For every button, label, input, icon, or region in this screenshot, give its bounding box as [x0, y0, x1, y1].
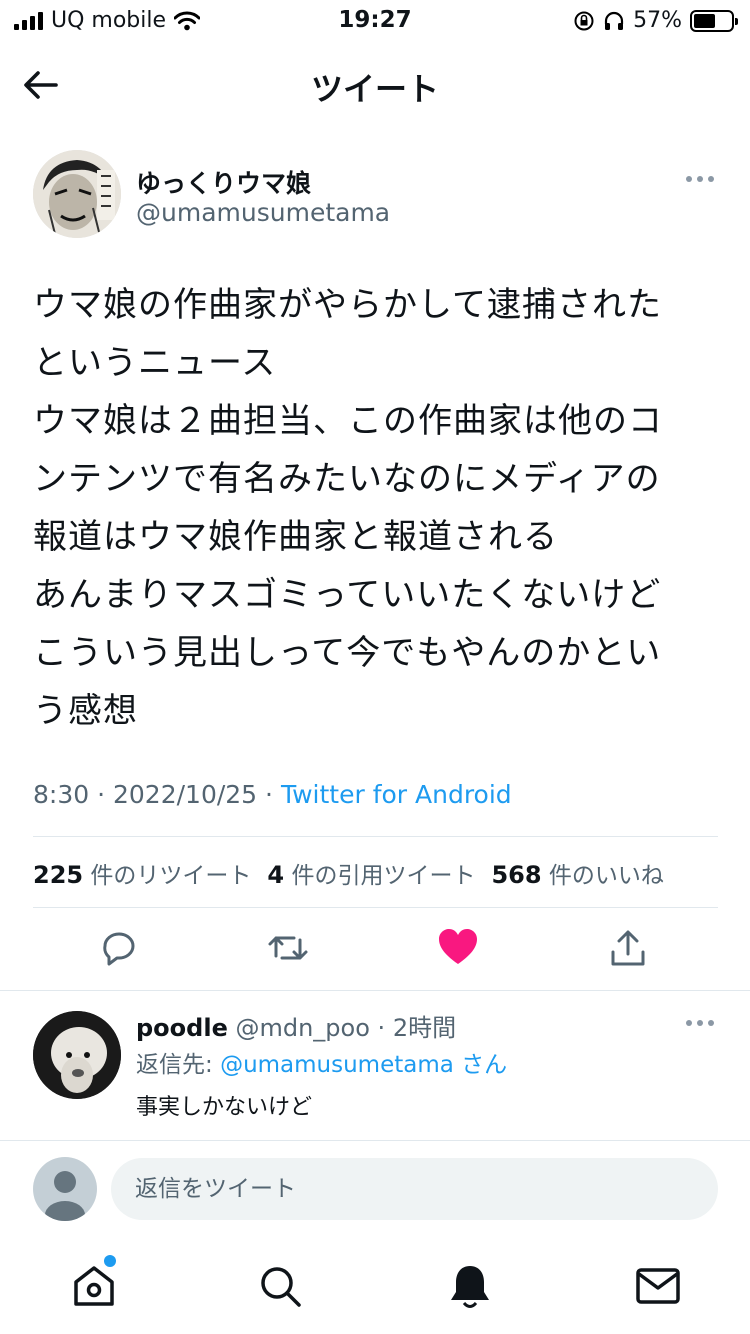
share-icon[interactable]	[606, 926, 650, 970]
tweet-text: ウマ娘の作曲家がやらかして逮捕された というニュース ウマ娘は２曲担当、この作曲…	[33, 285, 663, 731]
headphones-icon	[604, 11, 624, 30]
reply-input[interactable]: 返信をツイート	[111, 1158, 718, 1220]
author-name[interactable]: ゆっくりウマ娘	[136, 164, 311, 200]
reply-avatar[interactable]	[33, 1011, 121, 1099]
tweet-stats: 225 件のリツイート 4 件の引用ツイート 568 件のいいね	[33, 856, 664, 890]
heart-icon[interactable]	[436, 926, 480, 970]
user-avatar	[33, 1157, 97, 1221]
reply-author-handle[interactable]: @mdn_poo	[235, 1014, 369, 1042]
reply-time: 2時間	[392, 1014, 457, 1042]
reply-header: poodle @mdn_poo · 2時間	[136, 1014, 457, 1042]
mail-icon[interactable]	[634, 1262, 682, 1310]
meta-separator: ·	[97, 780, 106, 809]
likes-stat[interactable]: 568 件のいいね	[491, 856, 663, 890]
home-icon[interactable]	[70, 1262, 118, 1310]
notification-dot	[104, 1255, 116, 1267]
tweet-time: 8:30	[33, 780, 90, 809]
bottom-tab-bar	[0, 1240, 750, 1334]
more-options-icon[interactable]	[686, 176, 714, 182]
tweet-actions	[0, 926, 750, 974]
tweet-meta: 8:30 · 2022/10/25 · Twitter for Android	[33, 780, 512, 809]
reply-to-handle[interactable]: @umamusumetama	[220, 1052, 454, 1078]
status-bar: UQ mobile 19:27 57%	[0, 0, 750, 42]
top-nav: ツイート	[0, 42, 750, 126]
tweet-date: 2022/10/25	[113, 780, 258, 809]
reply-to: 返信先: @umamusumetama さん	[136, 1045, 507, 1079]
reply-to-label: 返信先:	[136, 1052, 213, 1078]
bell-icon[interactable]	[446, 1262, 494, 1310]
battery-icon	[690, 9, 738, 32]
retweets-stat[interactable]: 225 件のリツイート	[33, 856, 251, 890]
reply-text: 事実しかないけど	[136, 1095, 313, 1120]
reply-author-name[interactable]: poodle	[136, 1014, 228, 1042]
page-title: ツイート	[310, 70, 439, 108]
rotation-lock-icon	[574, 11, 594, 30]
tweet-client-link[interactable]: Twitter for Android	[281, 780, 512, 809]
status-right: 57%	[573, 8, 738, 33]
search-icon[interactable]	[256, 1262, 304, 1310]
compose-bar: 返信をツイート	[0, 1140, 750, 1236]
divider	[33, 836, 718, 837]
comment-icon[interactable]	[97, 926, 141, 970]
divider	[0, 990, 750, 991]
quotes-stat[interactable]: 4 件の引用ツイート	[267, 856, 475, 890]
meta-separator: ·	[265, 780, 273, 809]
battery-percent: 57%	[633, 8, 682, 33]
more-options-icon[interactable]	[686, 1020, 714, 1026]
divider	[33, 907, 718, 908]
author-handle[interactable]: @umamusumetama	[136, 198, 390, 227]
author-avatar[interactable]	[33, 150, 121, 238]
retweet-icon[interactable]	[266, 926, 310, 970]
reply-to-suffix: さん	[461, 1052, 508, 1078]
